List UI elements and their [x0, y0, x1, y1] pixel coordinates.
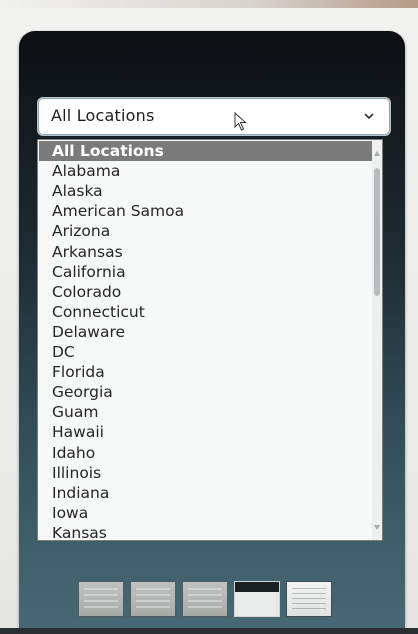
chevron-down-icon	[364, 113, 374, 120]
scrollbar[interactable]	[372, 140, 382, 540]
thumbnail[interactable]	[286, 581, 332, 617]
dropdown-option[interactable]: Georgia	[39, 382, 373, 402]
scroll-down-arrow-icon[interactable]	[373, 524, 381, 531]
thumbnail-strip	[78, 581, 332, 617]
dropdown-option[interactable]: All Locations	[39, 141, 373, 161]
dropdown-option[interactable]: Idaho	[39, 443, 373, 463]
thumbnail[interactable]	[234, 581, 280, 617]
location-select-value: All Locations	[51, 106, 155, 125]
scroll-up-arrow-icon[interactable]	[373, 150, 381, 157]
dropdown-option[interactable]: Guam	[39, 402, 373, 422]
dropdown-option[interactable]: Florida	[39, 362, 373, 382]
dropdown-option[interactable]: Arizona	[39, 221, 373, 241]
page: All Locations All Locations Alabama Alaska…	[0, 0, 418, 634]
dropdown-option[interactable]: Alabama	[39, 161, 373, 181]
dropdown-option[interactable]: Kansas	[39, 523, 373, 540]
mouse-cursor-icon	[234, 112, 247, 131]
dropdown-option[interactable]: Colorado	[39, 282, 373, 302]
dropdown-option[interactable]: DC	[39, 342, 373, 362]
dropdown-option[interactable]: Indiana	[39, 483, 373, 503]
scroll-thumb[interactable]	[374, 168, 380, 296]
dropdown-option[interactable]: American Samoa	[39, 201, 373, 221]
dropdown-option[interactable]: Hawaii	[39, 422, 373, 442]
dropdown-option[interactable]: Delaware	[39, 322, 373, 342]
location-dropdown-list[interactable]: All Locations Alabama Alaska American Samoa…	[37, 139, 383, 541]
thumbnail[interactable]	[182, 581, 228, 617]
location-select[interactable]: All Locations	[37, 97, 391, 136]
dropdown-option[interactable]: Arkansas	[39, 242, 373, 262]
dropdown-option[interactable]: Illinois	[39, 463, 373, 483]
thumbnail[interactable]	[130, 581, 176, 617]
top-strip	[0, 0, 418, 8]
dropdown-option[interactable]: Connecticut	[39, 302, 373, 322]
thumbnail[interactable]	[78, 581, 124, 617]
dropdown-option[interactable]: Iowa	[39, 503, 373, 523]
bottom-strip	[0, 628, 418, 634]
dropdown-option[interactable]: Alaska	[39, 181, 373, 201]
dropdown-option[interactable]: California	[39, 262, 373, 282]
